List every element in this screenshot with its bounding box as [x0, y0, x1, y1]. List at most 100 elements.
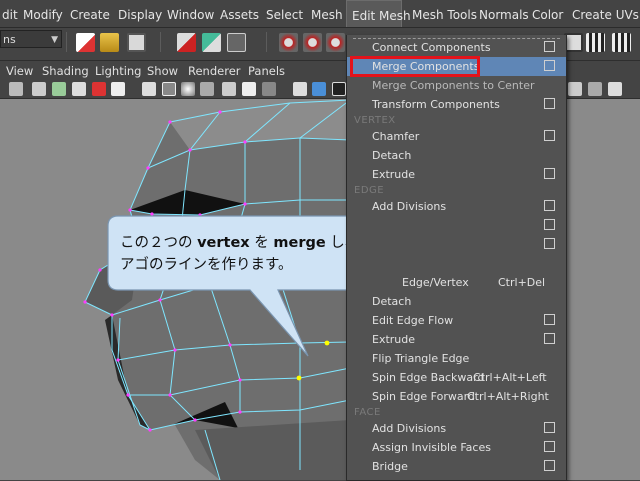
select-object-icon[interactable] [202, 33, 221, 52]
option-box-icon[interactable] [544, 60, 555, 71]
menu-item-extrude-edge[interactable]: Extrude [347, 330, 566, 349]
wireframe-icon[interactable] [162, 82, 176, 96]
toolbar-divider [160, 32, 161, 52]
menu-item-edge-hidden-2[interactable] [347, 235, 566, 254]
menu-item-detach-vertex[interactable]: Detach [347, 146, 566, 165]
panel-menu-renderer[interactable]: Renderer [188, 61, 241, 81]
menu-item-label: Extrude [372, 333, 416, 346]
option-box-icon[interactable] [544, 422, 555, 433]
isolate-select-icon[interactable] [293, 82, 307, 96]
option-box-icon[interactable] [544, 168, 555, 179]
shadows-icon[interactable] [262, 82, 276, 96]
menu-item-spin-edge-forward[interactable]: Spin Edge Forward Ctrl+Alt+Right [347, 387, 566, 406]
option-box-icon[interactable] [544, 98, 555, 109]
menu-item-detach-edge[interactable]: Detach [347, 292, 566, 311]
menu-item-label: Transform Components [372, 98, 500, 111]
menu-normals[interactable]: Normals [474, 0, 534, 27]
snap-point-icon[interactable] [326, 33, 345, 52]
image-plane-icon[interactable] [72, 82, 86, 96]
film-gate-icon[interactable] [111, 82, 125, 96]
menu-item-connect-components[interactable]: Connect Components [347, 38, 566, 57]
toolbar-divider [266, 32, 267, 52]
menu-item-chamfer[interactable]: Chamfer [347, 127, 566, 146]
grid-icon[interactable] [142, 82, 156, 96]
menu-item-label: Add Divisions [372, 200, 447, 213]
option-box-icon[interactable] [544, 238, 555, 249]
mode-combo[interactable]: ns ▼ [0, 30, 62, 48]
camera-icon[interactable] [9, 82, 23, 96]
menu-edit-mesh[interactable]: Edit Mesh [346, 0, 411, 27]
panel-menu-shading[interactable]: Shading [42, 61, 89, 81]
menu-item-label: Edge/Vertex [402, 276, 469, 289]
menu-item-label: Edit Edge Flow [372, 314, 454, 327]
menu-item-bridge[interactable]: Bridge [347, 457, 566, 476]
option-box-icon[interactable] [544, 314, 555, 325]
option-box-icon[interactable] [544, 460, 555, 471]
menu-item-label: Detach [372, 295, 412, 308]
menu-modify[interactable]: Modify [18, 0, 68, 27]
menu-item-label: Flip Triangle Edge [372, 352, 470, 365]
menu-item-transform-components[interactable]: Transform Components [347, 95, 566, 114]
option-box-icon[interactable] [544, 130, 555, 141]
panel-menu-panels[interactable]: Panels [248, 61, 285, 81]
save-scene-icon[interactable] [127, 33, 146, 52]
selected-vertex-b [296, 375, 302, 381]
callout-text-part: この２つの [120, 235, 198, 251]
smooth-shade-icon[interactable] [181, 82, 195, 96]
callout-keyword-merge: merge [273, 235, 326, 251]
main-menubar: dit Modify Create Display Window Assets … [0, 0, 640, 28]
menu-item-edge-hidden-1[interactable] [347, 216, 566, 235]
option-box-icon[interactable] [544, 333, 555, 344]
gate-mask-icon[interactable] [588, 82, 602, 96]
new-scene-icon[interactable] [76, 33, 95, 52]
select-component-icon[interactable] [227, 33, 246, 52]
option-box-icon[interactable] [544, 219, 555, 230]
menu-item-label: Assign Invisible Faces [372, 441, 491, 454]
option-box-icon[interactable] [544, 200, 555, 211]
menu-item-merge-components-to-center[interactable]: Merge Components to Center [347, 76, 566, 95]
render-sequence-icon[interactable] [586, 33, 605, 52]
lights-icon[interactable] [242, 82, 256, 96]
panel-menu-show[interactable]: Show [147, 61, 178, 81]
option-box-icon[interactable] [544, 441, 555, 452]
menu-item-flip-triangle-edge[interactable]: Flip Triangle Edge [347, 349, 566, 368]
menu-item-add-divisions-face[interactable]: Add Divisions [347, 419, 566, 438]
menu-item-edit-edge-flow[interactable]: Edit Edge Flow [347, 311, 566, 330]
field-chart-icon[interactable] [608, 82, 622, 96]
bookmarks-icon[interactable] [52, 82, 66, 96]
mode-combo-value: ns [3, 33, 16, 46]
camera-attributes-icon[interactable] [32, 82, 46, 96]
grease-pencil-icon[interactable] [92, 82, 106, 96]
section-header-face: FACE [354, 407, 381, 418]
snap-curve-icon[interactable] [303, 33, 322, 52]
menu-create-uvs[interactable]: Create UVs [567, 0, 640, 27]
menu-item-assign-invisible-faces[interactable]: Assign Invisible Faces [347, 438, 566, 457]
menu-assets[interactable]: Assets [215, 0, 264, 27]
menu-mesh-tools[interactable]: Mesh Tools [407, 0, 482, 27]
menu-display[interactable]: Display [113, 0, 167, 27]
textured-icon[interactable] [222, 82, 236, 96]
snap-grid-icon[interactable] [279, 33, 298, 52]
option-box-icon[interactable] [544, 41, 555, 52]
flat-shade-icon[interactable] [200, 82, 214, 96]
menu-item-extrude-vertex[interactable]: Extrude [347, 165, 566, 184]
menu-mesh[interactable]: Mesh [306, 0, 348, 27]
menu-item-spin-edge-backward[interactable]: Spin Edge Backward Ctrl+Alt+Left [347, 368, 566, 387]
selected-vertex-a [324, 340, 330, 346]
panel-menu-lighting[interactable]: Lighting [95, 61, 141, 81]
menu-create[interactable]: Create [65, 0, 115, 27]
callout-keyword-vertex: vertex [197, 235, 250, 251]
menu-color[interactable]: Color [527, 0, 568, 27]
menu-item-delete-edge-vertex[interactable]: Edge/Vertex Ctrl+Del [347, 273, 566, 292]
menu-item-add-divisions-edge[interactable]: Add Divisions [347, 197, 566, 216]
xray-joints-icon[interactable] [332, 82, 346, 96]
resolution-gate-icon[interactable] [568, 82, 582, 96]
panel-menu-view[interactable]: View [6, 61, 33, 81]
xray-icon[interactable] [312, 82, 326, 96]
menu-window[interactable]: Window [162, 0, 219, 27]
select-hierarchy-icon[interactable] [177, 33, 196, 52]
menu-item-label: Detach [372, 149, 412, 162]
menu-select[interactable]: Select [261, 0, 308, 27]
open-scene-icon[interactable] [100, 33, 119, 52]
ipr-render-icon[interactable] [612, 33, 631, 52]
